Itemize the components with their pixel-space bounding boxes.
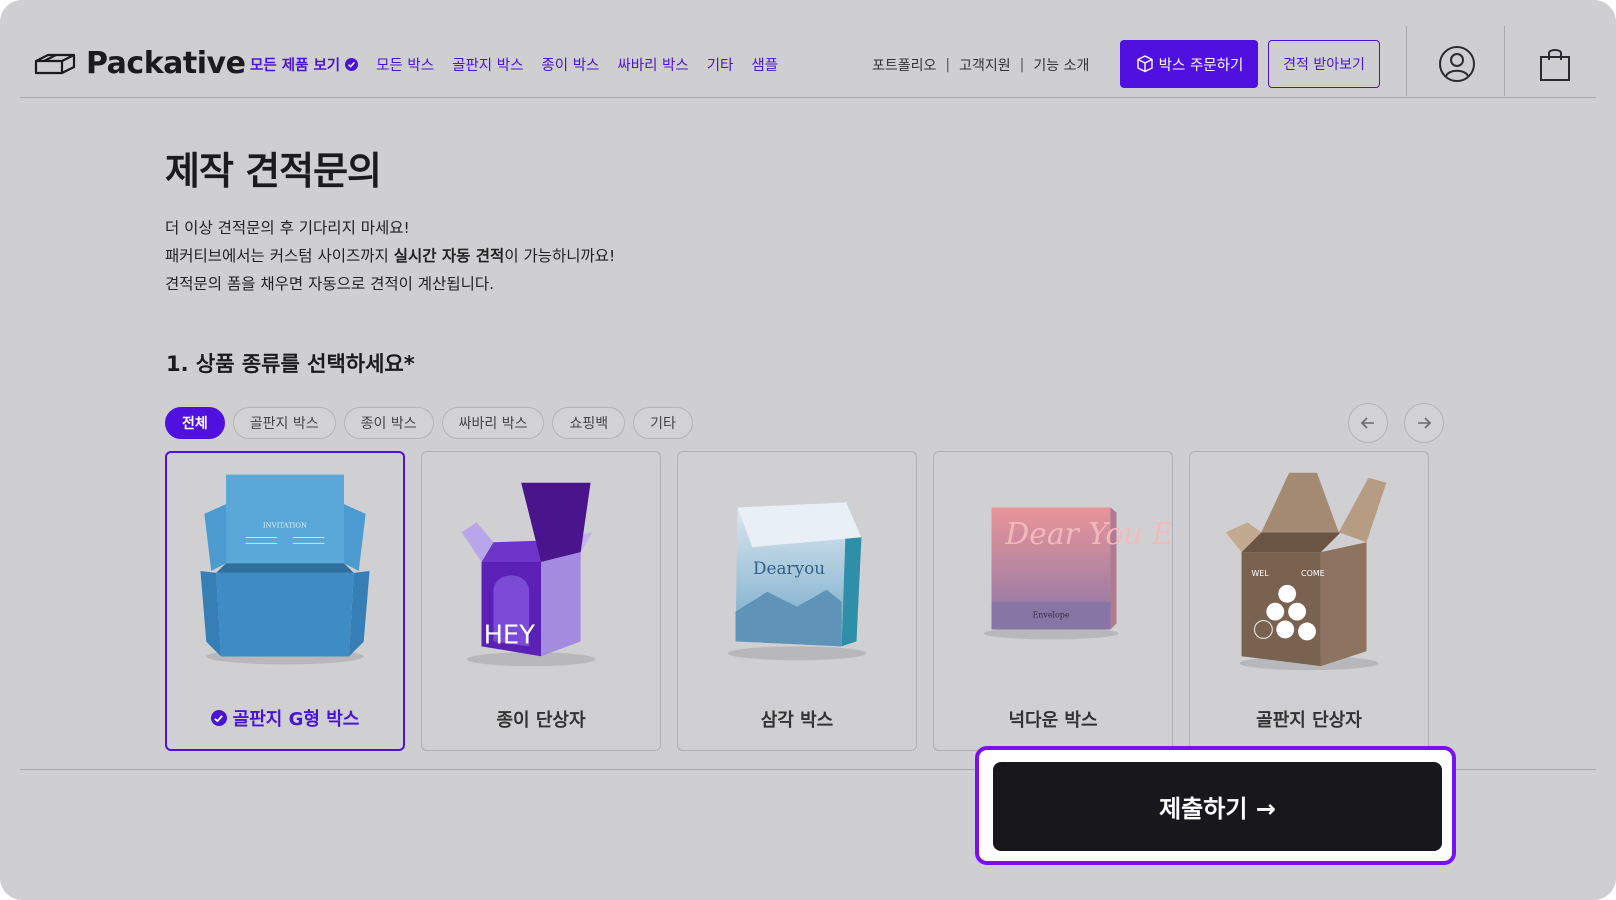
box-icon bbox=[1136, 55, 1153, 73]
nav-corrugated-boxes[interactable]: 골판지 박스 bbox=[452, 54, 523, 75]
nav-paper-boxes[interactable]: 종이 박스 bbox=[541, 54, 599, 75]
nav-etc[interactable]: 기타 bbox=[707, 54, 734, 75]
category-filters: 전체 골판지 박스 종이 박스 싸바리 박스 쇼핑백 기타 bbox=[165, 407, 693, 439]
submit-button[interactable]: 제출하기 → bbox=[993, 762, 1442, 851]
svg-text:INVITATION: INVITATION bbox=[263, 522, 307, 530]
product-label: 삼각 박스 bbox=[760, 710, 834, 731]
divider bbox=[1406, 26, 1407, 96]
order-box-button[interactable]: 박스 주문하기 bbox=[1120, 40, 1258, 88]
divider: | bbox=[1019, 57, 1025, 73]
arrow-right-icon bbox=[1418, 417, 1432, 429]
product-image: WEL COME bbox=[1225, 472, 1387, 671]
section-title: 1. 상품 종류를 선택하세요* bbox=[166, 352, 415, 376]
divider bbox=[1504, 26, 1505, 96]
product-card-corrugated-carton[interactable]: WEL COME 골판지 단상자 bbox=[1189, 451, 1429, 751]
divider: | bbox=[945, 57, 951, 73]
app-frame: Packative 모든 제품 보기 모든 박스 골판지 박스 종이 박스 싸바… bbox=[0, 0, 1616, 900]
nav-wrapped-boxes[interactable]: 싸바리 박스 bbox=[617, 54, 688, 75]
top-header: Packative 모든 제품 보기 모든 박스 골판지 박스 종이 박스 싸바… bbox=[20, 24, 1596, 98]
product-card-paper-box[interactable]: HEY 종이 단상자 bbox=[421, 451, 661, 751]
nav-all-boxes[interactable]: 모든 박스 bbox=[376, 54, 434, 75]
features-link[interactable]: 기능 소개 bbox=[1033, 55, 1089, 75]
logo[interactable]: Packative bbox=[34, 46, 246, 81]
filter-etc[interactable]: 기타 bbox=[633, 407, 693, 439]
logo-box-icon bbox=[34, 53, 76, 74]
product-image: Dear You Envelope Envelope bbox=[983, 507, 1172, 640]
shopping-bag-icon[interactable] bbox=[1538, 46, 1572, 82]
product-label: 종이 단상자 bbox=[496, 710, 586, 731]
utility-links: 포트폴리오 | 고객지원 | 기능 소개 bbox=[872, 55, 1089, 75]
filter-shopping-bag[interactable]: 쇼핑백 bbox=[552, 407, 626, 439]
svg-text:COME: COME bbox=[1301, 569, 1325, 578]
product-label: 넉다운 박스 bbox=[1008, 710, 1098, 731]
product-image: HEY bbox=[461, 482, 596, 667]
product-card-corrugated-g-box[interactable]: INVITATION 골판지 G형 박스 bbox=[165, 451, 405, 751]
product-image: Dearyou bbox=[727, 502, 867, 661]
product-label: 골판지 G형 박스 bbox=[167, 705, 403, 731]
product-card-triangle-box[interactable]: Dearyou 삼각 박스 bbox=[677, 451, 917, 751]
product-cards: INVITATION 골판지 G형 박스 HEY 종이 단상자 Dearyou … bbox=[165, 451, 1429, 751]
nav-all-products[interactable]: 모든 제품 보기 bbox=[250, 54, 359, 75]
page-title: 제작 견적문의 bbox=[165, 149, 382, 193]
portfolio-link[interactable]: 포트폴리오 bbox=[872, 55, 936, 75]
filter-all[interactable]: 전체 bbox=[165, 407, 225, 439]
svg-text:Envelope: Envelope bbox=[1032, 611, 1069, 620]
next-button[interactable] bbox=[1404, 403, 1444, 443]
svg-text:WEL: WEL bbox=[1251, 569, 1269, 578]
product-image: INVITATION bbox=[200, 474, 370, 665]
intro-text: 더 이상 견적문의 후 기다리지 마세요! 패커티브에서는 커스텀 사이즈까지 … bbox=[165, 219, 616, 293]
main-nav: 모든 제품 보기 모든 박스 골판지 박스 종이 박스 싸바리 박스 기타 샘플 bbox=[250, 54, 778, 75]
product-label: 골판지 단상자 bbox=[1256, 710, 1362, 731]
product-card-knockdown-box[interactable]: Dear You Envelope Envelope 넉다운 박스 bbox=[933, 451, 1173, 751]
svg-text:Dear You Envelope: Dear You Envelope bbox=[1004, 517, 1172, 552]
check-circle-icon bbox=[210, 710, 227, 726]
svg-text:Dearyou: Dearyou bbox=[753, 558, 825, 578]
filter-wrapped[interactable]: 싸바리 박스 bbox=[441, 407, 545, 439]
nav-sample[interactable]: 샘플 bbox=[751, 54, 778, 75]
arrow-left-icon bbox=[1360, 417, 1374, 429]
svg-text:HEY: HEY bbox=[484, 620, 536, 650]
prev-button[interactable] bbox=[1348, 403, 1388, 443]
filter-paper[interactable]: 종이 박스 bbox=[343, 407, 434, 439]
user-icon[interactable] bbox=[1438, 45, 1476, 83]
get-quote-button[interactable]: 견적 받아보기 bbox=[1268, 40, 1380, 88]
support-link[interactable]: 고객지원 bbox=[959, 55, 1011, 75]
submit-highlight: 제출하기 → bbox=[975, 746, 1456, 865]
filter-corrugated[interactable]: 골판지 박스 bbox=[232, 407, 336, 439]
check-circle-icon bbox=[345, 58, 359, 71]
logo-text: Packative bbox=[86, 46, 246, 81]
